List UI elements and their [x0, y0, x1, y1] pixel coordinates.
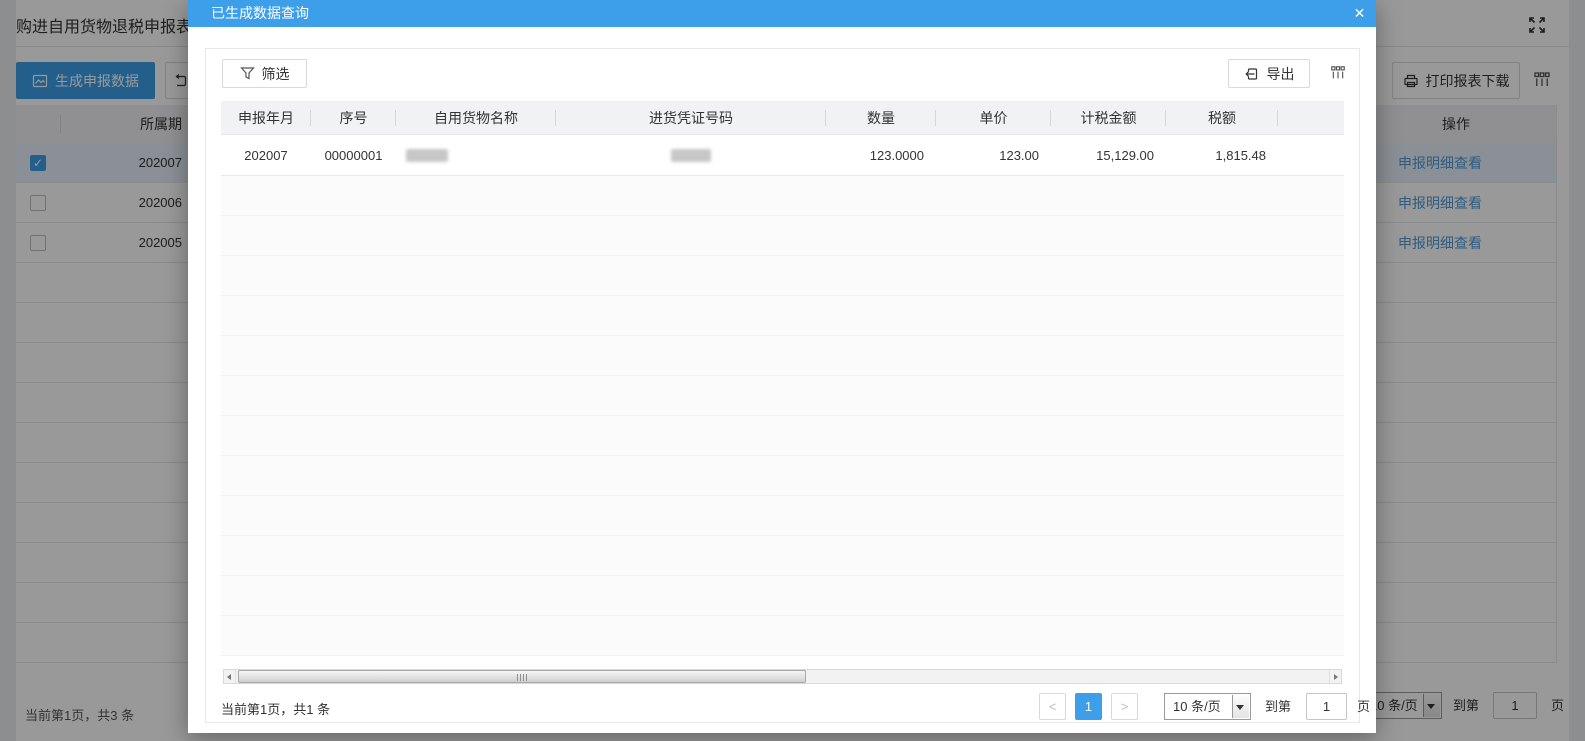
- seq-no-cell: 00000001: [324, 147, 383, 163]
- export-icon: [1244, 66, 1260, 82]
- triangle-right-icon: [1334, 673, 1338, 680]
- col-header-declare-month: 申报年月: [221, 101, 311, 134]
- scroll-left-arrow[interactable]: [224, 670, 236, 683]
- prev-page-button[interactable]: <: [1039, 693, 1066, 720]
- declare-month-cell: 202007: [244, 147, 288, 163]
- dialog-title: 已生成数据查询: [211, 5, 309, 21]
- row-spacer: [1278, 135, 1344, 175]
- export-button[interactable]: 导出: [1228, 59, 1310, 88]
- dialog-table: 申报年月 序号 自用货物名称 进货凭证号码 数量 单价 计税金额 税额 2020…: [221, 101, 1344, 656]
- close-icon[interactable]: ✕: [1346, 0, 1373, 27]
- thumb-grip: [517, 674, 527, 681]
- page-1-button[interactable]: 1: [1075, 693, 1102, 720]
- horizontal-scrollbar[interactable]: [223, 669, 1342, 684]
- dialog-empty-row: [221, 576, 1344, 616]
- col-header-qty: 数量: [826, 101, 936, 134]
- funnel-icon: [239, 66, 255, 81]
- tax-amount-cell: 1,815.48: [1215, 147, 1266, 163]
- dialog-page-unit-label: 页: [1357, 699, 1371, 714]
- redacted-voucher-no: [671, 148, 711, 162]
- caret-down-icon: [1236, 705, 1244, 710]
- app-window: 购进自用货物退税申报表 生成申报数据 打印报表下载 所属期 操作 ✓ 20200…: [0, 0, 1585, 741]
- dialog-column-settings-icon[interactable]: [1330, 65, 1346, 81]
- dialog-empty-row: [221, 616, 1344, 656]
- dialog-goto-label: 到第: [1265, 699, 1292, 714]
- dialog-empty-row: [221, 256, 1344, 296]
- triangle-left-icon: [227, 673, 231, 680]
- redacted-goods-name: [406, 148, 448, 162]
- goods-name-cell: [396, 135, 556, 175]
- filter-label: 筛选: [261, 65, 290, 82]
- dialog-empty-row: [221, 376, 1344, 416]
- taxable-amount-cell: 15,129.00: [1096, 147, 1154, 163]
- col-header-taxable-amount: 计税金额: [1051, 101, 1166, 134]
- scrollbar-thumb[interactable]: [238, 670, 806, 683]
- filter-button[interactable]: 筛选: [222, 59, 307, 88]
- dialog-empty-row: [221, 456, 1344, 496]
- dialog-empty-row: [221, 536, 1344, 576]
- unit-price-cell: 123.00: [999, 147, 1039, 163]
- generated-data-query-dialog: 已生成数据查询 ✕ 筛选 导出 申报年月 序号 自用货物名称 进货凭证号码 数量…: [188, 0, 1376, 733]
- dialog-page-size-value: 10 条/页: [1173, 699, 1221, 714]
- dialog-empty-row: [221, 176, 1344, 216]
- voucher-no-cell: [556, 135, 826, 175]
- dialog-empty-row: [221, 216, 1344, 256]
- dialog-table-row[interactable]: 202007 00000001 123.0000 123.00 15,129.0…: [221, 135, 1344, 176]
- col-header-tax-amount: 税额: [1166, 101, 1278, 134]
- col-header-seq-no: 序号: [311, 101, 396, 134]
- dialog-titlebar: 已生成数据查询 ✕: [188, 0, 1376, 27]
- next-page-button[interactable]: >: [1111, 693, 1138, 720]
- dialog-empty-row: [221, 496, 1344, 536]
- dialog-pagination-status: 当前第1页，共1 条: [221, 702, 331, 717]
- col-header-spacer: [1278, 101, 1344, 134]
- dialog-table-header: 申报年月 序号 自用货物名称 进货凭证号码 数量 单价 计税金额 税额: [221, 101, 1344, 135]
- qty-cell: 123.0000: [869, 147, 924, 163]
- col-header-unit-price: 单价: [936, 101, 1051, 134]
- col-header-goods-name: 自用货物名称: [396, 101, 556, 134]
- dialog-empty-row: [221, 296, 1344, 336]
- col-header-voucher-no: 进货凭证号码: [556, 101, 826, 134]
- scroll-right-arrow[interactable]: [1329, 670, 1341, 683]
- dialog-empty-row: [221, 416, 1344, 456]
- dialog-content-panel: 筛选 导出 申报年月 序号 自用货物名称 进货凭证号码 数量 单价 计税金额 税…: [205, 48, 1370, 723]
- select-arrow-button[interactable]: [1232, 695, 1249, 718]
- dialog-page-size-select[interactable]: 10 条/页: [1164, 693, 1251, 720]
- dialog-goto-page-input[interactable]: 1: [1306, 693, 1347, 720]
- dialog-empty-rows: [221, 176, 1344, 656]
- export-label: 导出: [1266, 65, 1295, 82]
- dialog-empty-row: [221, 336, 1344, 376]
